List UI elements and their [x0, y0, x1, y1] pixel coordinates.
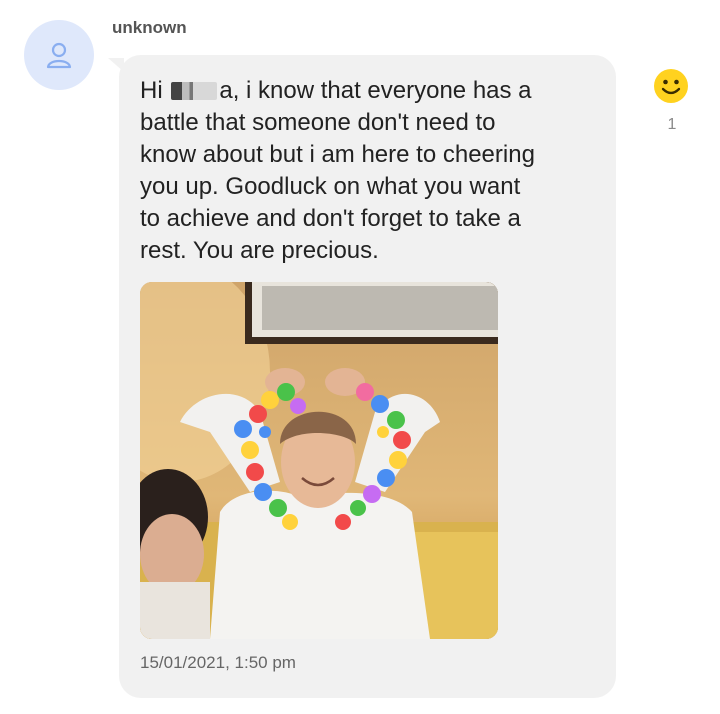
- reaction-count: 1: [667, 116, 677, 133]
- message-photo[interactable]: [140, 282, 498, 639]
- sender-name: unknown: [112, 18, 187, 37]
- message-text[interactable]: Hi a, i know that everyone has a battle …: [140, 75, 600, 267]
- smiley-icon[interactable]: [653, 68, 689, 104]
- redacted-name: [171, 82, 218, 100]
- message-timestamp: 15/01/2021, 1:50 pm: [140, 653, 296, 672]
- message-text-rest: a, i know that everyone has a battle tha…: [140, 77, 535, 264]
- message-bubble[interactable]: Hi a, i know that everyone has a battle …: [119, 55, 616, 698]
- message-text-start: Hi: [140, 77, 170, 104]
- photo-image: [140, 282, 498, 639]
- user-icon: [46, 42, 72, 69]
- avatar[interactable]: [24, 20, 94, 90]
